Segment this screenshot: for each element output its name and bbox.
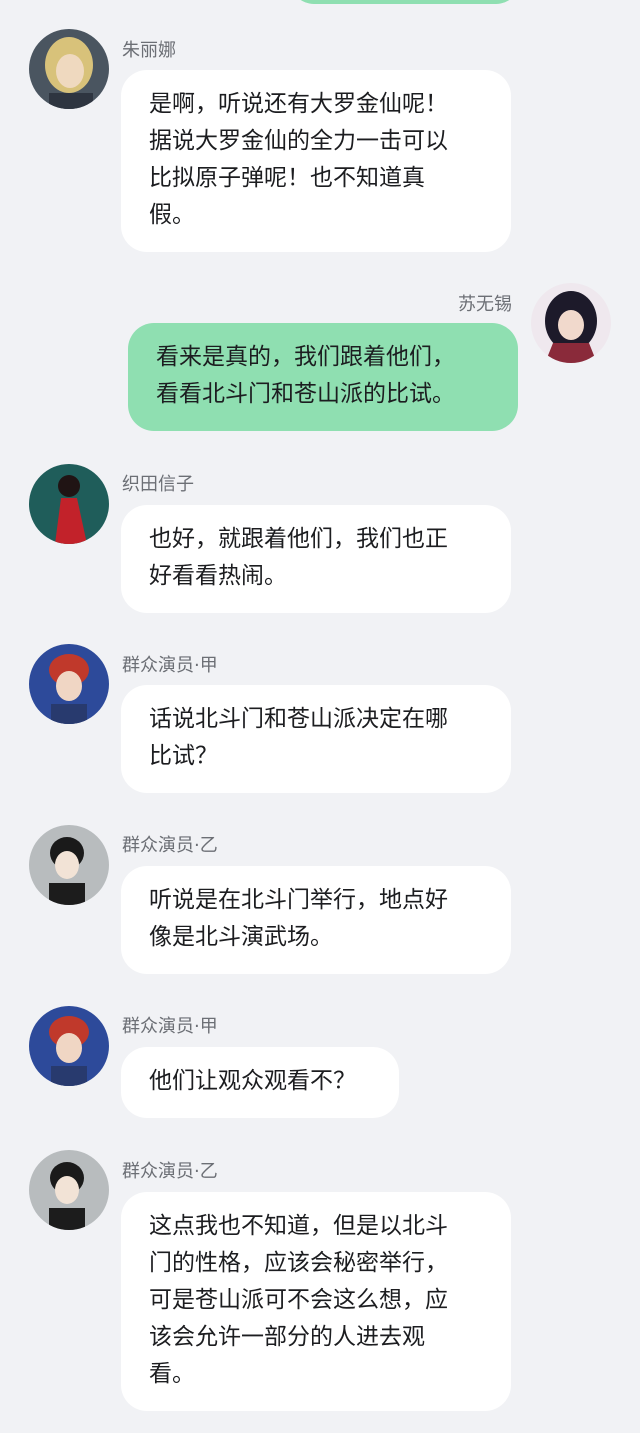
red-haired-boy-avatar-icon[interactable] (29, 644, 109, 724)
message-line: 听说是在北斗门举行，地点好 (149, 887, 448, 913)
message-bubble[interactable]: 听说是在北斗门举行，地点好 像是北斗演武场。 (121, 866, 511, 974)
sender-name: 群众演员·甲 (122, 655, 218, 676)
message-bubble[interactable]: 他们让观众观看不？ (121, 1047, 399, 1118)
red-haired-boy-avatar-icon[interactable] (29, 1006, 109, 1086)
message-line: 据说大罗金仙的全力一击可以 (149, 128, 448, 154)
message-line: 看来是真的，我们跟着他们， (156, 344, 455, 370)
message-line: 这点我也不知道，但是以北斗 (149, 1213, 448, 1239)
previous-message-bubble (290, 0, 520, 4)
sender-name: 群众演员·甲 (122, 1016, 218, 1037)
message-line: 话说北斗门和苍山派决定在哪 (149, 706, 448, 732)
message-bubble[interactable]: 话说北斗门和苍山派决定在哪 比试？ (121, 685, 511, 793)
message-line: 好看看热闹。 (149, 563, 287, 589)
message-line: 看看北斗门和苍山派的比试。 (156, 381, 455, 407)
black-haired-student-avatar-icon[interactable] (29, 1150, 109, 1230)
message-line: 比试？ (149, 743, 218, 769)
blonde-woman-avatar-icon[interactable] (29, 29, 109, 109)
message-line: 是啊，听说还有大罗金仙呢！ (149, 91, 448, 117)
message-line: 该会允许一部分的人进去观 (149, 1324, 425, 1350)
dark-haired-man-avatar-icon[interactable] (531, 283, 611, 363)
message-line: 像是北斗演武场。 (149, 924, 333, 950)
message-line: 假。 (149, 202, 195, 228)
message-line: 比拟原子弹呢！也不知道真 (149, 165, 425, 191)
red-dress-woman-avatar-icon[interactable] (29, 464, 109, 544)
sender-name: 织田信子 (122, 474, 194, 495)
message-line: 可是苍山派可不会这么想，应 (149, 1287, 448, 1313)
message-bubble[interactable]: 也好，就跟着他们，我们也正 好看看热闹。 (121, 505, 511, 613)
message-bubble[interactable]: 这点我也不知道，但是以北斗 门的性格，应该会秘密举行， 可是苍山派可不会这么想，… (121, 1192, 511, 1411)
black-haired-student-avatar-icon[interactable] (29, 825, 109, 905)
sender-name: 苏无锡 (458, 294, 512, 315)
message-line: 他们让观众观看不？ (149, 1068, 356, 1094)
message-bubble[interactable]: 看来是真的，我们跟着他们， 看看北斗门和苍山派的比试。 (128, 323, 518, 431)
message-line: 看。 (149, 1361, 195, 1387)
message-line: 门的性格，应该会秘密举行， (149, 1250, 448, 1276)
sender-name: 朱丽娜 (122, 40, 176, 61)
sender-name: 群众演员·乙 (122, 1161, 218, 1182)
sender-name: 群众演员·乙 (122, 835, 218, 856)
message-bubble[interactable]: 是啊，听说还有大罗金仙呢！ 据说大罗金仙的全力一击可以 比拟原子弹呢！也不知道真… (121, 70, 511, 252)
message-line: 也好，就跟着他们，我们也正 (149, 526, 448, 552)
